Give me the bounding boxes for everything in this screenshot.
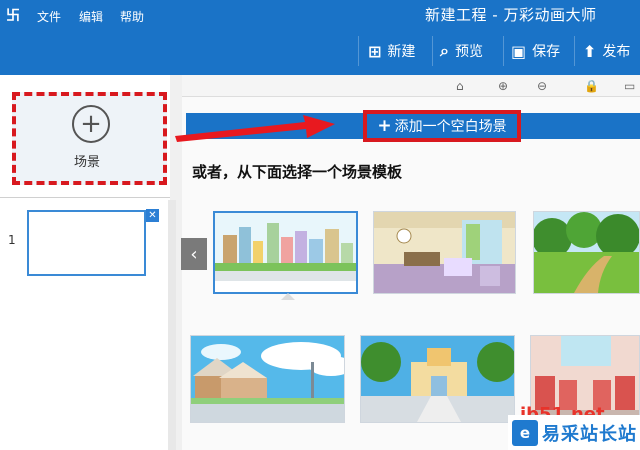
watermark: e 易采站长站 — [508, 415, 640, 450]
slide-number: 1 — [8, 233, 16, 247]
zoom-in-icon[interactable]: ⊕ — [498, 79, 508, 93]
add-scene-label: 场景 — [74, 155, 101, 170]
app-logo-icon: 卐 — [6, 8, 20, 24]
houses-template[interactable] — [190, 335, 345, 423]
chevron-left-icon[interactable]: ‹ — [181, 238, 207, 270]
preview-icon: ⌕ — [440, 41, 449, 60]
add-blank-label: 添加一个空白场景 — [394, 119, 507, 135]
home-icon[interactable]: ⌂ — [456, 79, 464, 93]
menu-edit[interactable]: 编辑 — [79, 8, 103, 25]
building-template[interactable] — [360, 335, 515, 423]
publish-button[interactable]: ⬆ 发布 — [583, 37, 630, 65]
lock-icon[interactable]: 🔒 — [584, 79, 599, 93]
window-title: 新建工程 - 万彩动画大师 — [425, 6, 597, 24]
watermark-text: 易采站长站 — [542, 423, 637, 445]
upload-icon: ⬆ — [583, 41, 597, 61]
preview-label: 预览 — [454, 44, 483, 60]
menu-file[interactable]: 文件 — [37, 8, 61, 25]
slide-thumbnail[interactable] — [27, 210, 146, 276]
scene-scrollbar[interactable] — [168, 200, 176, 450]
plus-icon: + — [377, 116, 392, 136]
new-file-icon: ⊞ — [368, 41, 382, 61]
new-button[interactable]: ⊞ 新建 — [368, 37, 415, 65]
publish-label: 发布 — [602, 44, 631, 60]
window-icon[interactable]: ▭ — [624, 79, 635, 93]
save-icon: ▣ — [511, 41, 527, 61]
forest-template[interactable] — [533, 211, 640, 294]
choose-template-text: 或者，从下面选择一个场景模板 — [192, 163, 403, 181]
zoom-out-icon[interactable]: ⊖ — [537, 79, 547, 93]
plus-circle-icon: + — [72, 105, 110, 143]
selected-indicator — [281, 293, 295, 300]
site-logo-icon: e — [512, 419, 538, 446]
close-icon[interactable]: ✕ — [146, 209, 159, 222]
city-template[interactable] — [213, 211, 358, 294]
add-blank-scene-button[interactable]: + 添加一个空白场景 — [363, 110, 521, 142]
arrow-icon — [175, 115, 335, 142]
menu-help[interactable]: 帮助 — [120, 8, 144, 25]
new-label: 新建 — [387, 44, 416, 60]
panel-divider — [0, 197, 170, 198]
canvas-toolbar — [182, 75, 640, 97]
room-template[interactable] — [373, 211, 516, 294]
preview-button[interactable]: ⌕ 预览 — [440, 37, 483, 65]
save-button[interactable]: ▣ 保存 — [511, 37, 560, 65]
save-label: 保存 — [532, 44, 561, 60]
